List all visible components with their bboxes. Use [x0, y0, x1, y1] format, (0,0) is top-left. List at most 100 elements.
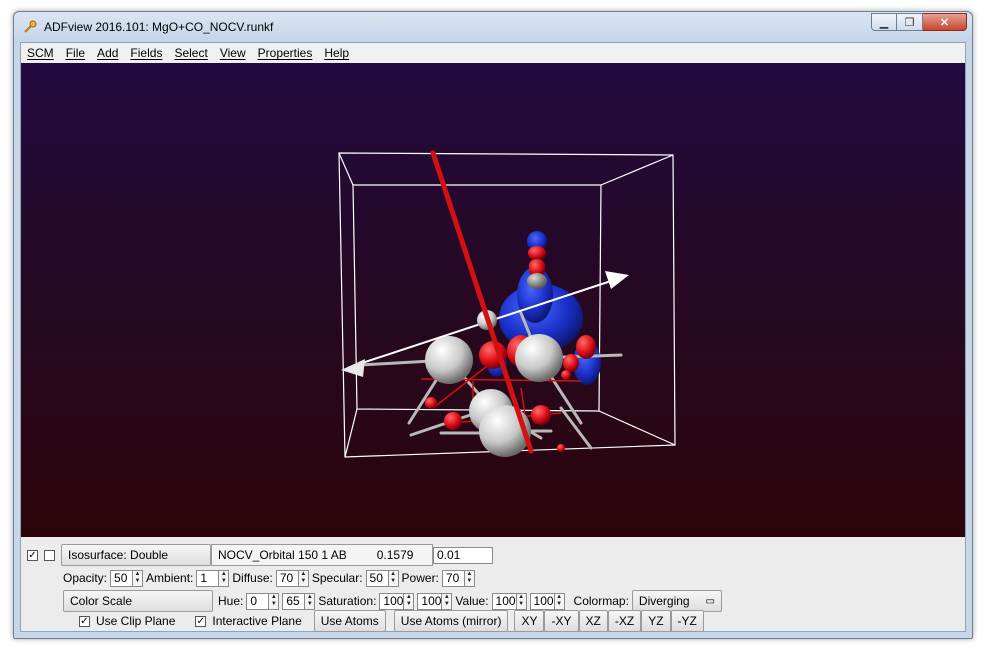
spin-down-icon[interactable]: ▼	[389, 578, 398, 586]
co-molecule	[527, 246, 547, 289]
window-title: ADFview 2016.101: MgO+CO_NOCV.runkf	[44, 20, 274, 34]
power-spinbox[interactable]: 70 ▲ ▼	[441, 569, 475, 587]
menu-select[interactable]: Select	[168, 46, 213, 60]
hue-max-spinbox[interactable]: 65 ▲ ▼	[282, 592, 316, 610]
use-clip-plane-label[interactable]: Use Clip Plane	[96, 614, 175, 628]
close-icon: ✕	[939, 16, 950, 29]
spin-up-icon[interactable]: ▲	[555, 594, 564, 602]
specular-label: Specular:	[311, 571, 363, 585]
dropdown-indicator-icon: ▭	[705, 595, 715, 607]
spin-up-icon[interactable]: ▲	[299, 571, 308, 579]
sat-min-input[interactable]: 100	[379, 592, 403, 610]
spin-down-icon[interactable]: ▼	[219, 578, 228, 586]
plane-yz-button[interactable]: YZ	[641, 610, 671, 632]
spin-down-icon[interactable]: ▼	[133, 578, 142, 586]
spin-down-icon[interactable]: ▼	[465, 578, 474, 586]
spin-up-icon[interactable]: ▲	[389, 571, 398, 579]
field-info-box: NOCV_Orbital 150 1 AB 0.1579	[211, 544, 433, 566]
plane-xy-button[interactable]: XY	[514, 610, 545, 632]
title-bar[interactable]: ADFview 2016.101: MgO+CO_NOCV.runkf ▁ ❐ …	[14, 12, 972, 42]
molecule-scene[interactable]	[21, 63, 965, 537]
field-name: NOCV_Orbital 150 1 AB	[218, 548, 347, 562]
specular-spinbox[interactable]: 50 ▲ ▼	[365, 569, 399, 587]
restore-icon: ❐	[904, 16, 915, 29]
interactive-plane-label[interactable]: Interactive Plane	[212, 614, 301, 628]
use-clip-plane-checkbox[interactable]: ✓	[79, 615, 90, 627]
saturation-label: Saturation:	[318, 594, 377, 608]
spin-down-icon[interactable]: ▼	[442, 601, 451, 609]
isosurface-visible-checkbox[interactable]: ✓	[27, 549, 38, 561]
sat-max-spinbox[interactable]: 100 ▲ ▼	[417, 592, 453, 610]
menu-add[interactable]: Add	[91, 46, 124, 60]
use-atoms-mirror-button[interactable]: Use Atoms (mirror)	[393, 610, 509, 632]
use-atoms-button[interactable]: Use Atoms	[313, 610, 386, 632]
diffuse-spinbox[interactable]: 70 ▲ ▼	[275, 569, 309, 587]
specular-input[interactable]: 50	[365, 569, 388, 587]
plane-neg-xy-button[interactable]: -XY	[544, 610, 579, 632]
val-max-input[interactable]: 100	[529, 592, 554, 610]
minimize-button[interactable]: ▁	[871, 13, 897, 31]
interactive-plane-checkbox[interactable]: ✓	[195, 615, 207, 627]
opacity-spinbox[interactable]: 50 ▲ ▼	[110, 569, 144, 587]
hue-min-input[interactable]: 0	[246, 592, 269, 610]
ambient-label: Ambient:	[146, 571, 194, 585]
isosurface-secondary-checkbox[interactable]	[44, 549, 55, 561]
val-max-spinbox[interactable]: 100 ▲ ▼	[529, 592, 565, 610]
spin-up-icon[interactable]: ▲	[219, 571, 228, 579]
diffuse-label: Diffuse:	[232, 571, 273, 585]
minimize-icon: ▁	[879, 16, 889, 29]
menu-fields[interactable]: Fields	[124, 46, 168, 60]
power-label: Power:	[401, 571, 439, 585]
maximize-button[interactable]: ❐	[897, 13, 923, 31]
spin-up-icon[interactable]: ▲	[442, 594, 451, 602]
menu-view[interactable]: View	[214, 46, 252, 60]
iso-value-input[interactable]: 0.01	[433, 546, 493, 564]
client-area: SCM File Add Fields Select View Properti…	[20, 42, 966, 632]
opacity-input[interactable]: 50	[110, 569, 133, 587]
hue-max-input[interactable]: 65	[282, 592, 305, 610]
colormap-value: Diverging	[638, 594, 690, 608]
ambient-spinbox[interactable]: 1 ▲ ▼	[196, 569, 230, 587]
spin-down-icon[interactable]: ▼	[555, 601, 564, 609]
spin-down-icon[interactable]: ▼	[299, 578, 308, 586]
value-label: Value:	[455, 594, 489, 608]
sat-max-input[interactable]: 100	[417, 592, 441, 610]
spin-up-icon[interactable]: ▲	[517, 594, 526, 602]
spin-up-icon[interactable]: ▲	[404, 594, 413, 602]
menu-file[interactable]: File	[60, 46, 91, 60]
menu-help[interactable]: Help	[318, 46, 355, 60]
spin-down-icon[interactable]: ▼	[269, 601, 278, 609]
isosurface-type-button[interactable]: Isosurface: Double	[61, 544, 211, 566]
plane-xz-button[interactable]: XZ	[578, 610, 608, 632]
color-scale-button[interactable]: Color Scale	[63, 590, 213, 612]
spin-down-icon[interactable]: ▼	[517, 601, 526, 609]
spin-up-icon[interactable]: ▲	[133, 571, 142, 579]
plane-neg-yz-button[interactable]: -YZ	[670, 610, 704, 632]
spin-down-icon[interactable]: ▼	[404, 601, 413, 609]
app-window: ADFview 2016.101: MgO+CO_NOCV.runkf ▁ ❐ …	[13, 11, 973, 639]
power-input[interactable]: 70	[441, 569, 464, 587]
colormap-label: Colormap:	[573, 594, 629, 608]
hue-label: Hue:	[218, 594, 244, 608]
close-button[interactable]: ✕	[923, 13, 967, 31]
sat-min-spinbox[interactable]: 100 ▲ ▼	[379, 592, 415, 610]
3d-viewport[interactable]	[21, 63, 965, 537]
spin-up-icon[interactable]: ▲	[305, 594, 314, 602]
spin-up-icon[interactable]: ▲	[465, 571, 474, 579]
isosurface-panel: ✓ Isosurface: Double NOCV_Orbital 150 1 …	[21, 537, 965, 632]
diffuse-input[interactable]: 70	[275, 569, 298, 587]
field-value: 0.1579	[376, 548, 414, 562]
spin-up-icon[interactable]: ▲	[269, 594, 278, 602]
ambient-input[interactable]: 1	[196, 569, 219, 587]
val-min-input[interactable]: 100	[491, 592, 516, 610]
plane-neg-xz-button[interactable]: -XZ	[607, 610, 642, 632]
menu-properties[interactable]: Properties	[252, 46, 319, 60]
opacity-label: Opacity:	[63, 571, 108, 585]
spin-down-icon[interactable]: ▼	[305, 601, 314, 609]
val-min-spinbox[interactable]: 100 ▲ ▼	[491, 592, 527, 610]
menu-scm[interactable]: SCM	[21, 46, 60, 60]
menu-bar: SCM File Add Fields Select View Properti…	[21, 43, 965, 63]
colormap-select[interactable]: Diverging ▭	[631, 590, 722, 612]
hue-min-spinbox[interactable]: 0 ▲ ▼	[246, 592, 280, 610]
adfview-app-icon	[24, 20, 37, 33]
